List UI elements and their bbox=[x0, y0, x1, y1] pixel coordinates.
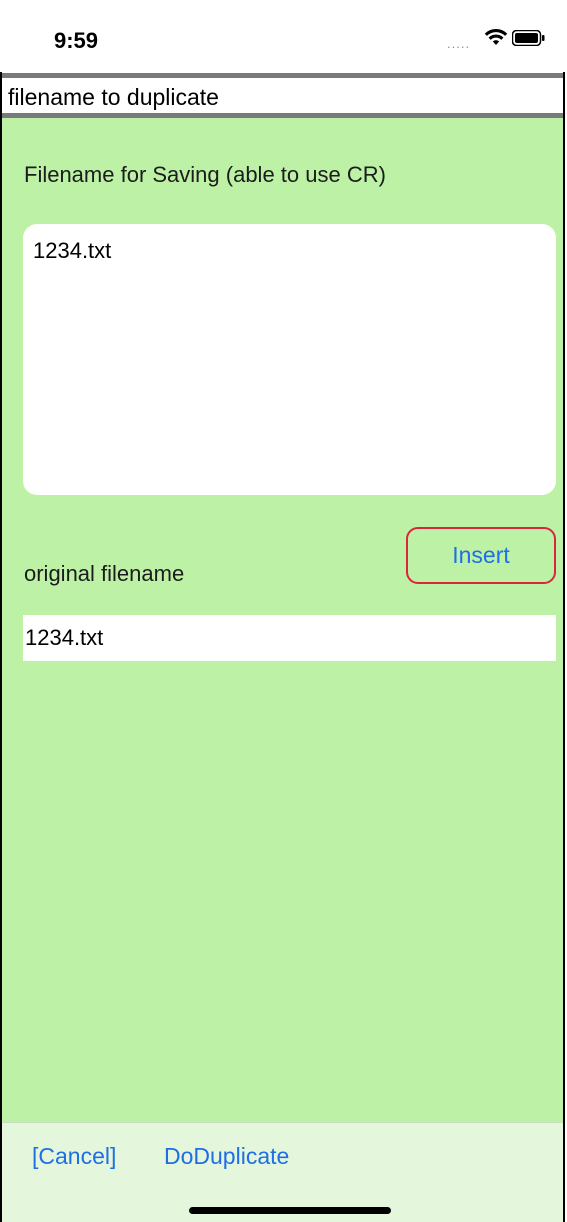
status-bar: 9:59 ..... bbox=[0, 0, 567, 72]
original-filename-label: original filename bbox=[24, 561, 185, 586]
home-indicator[interactable] bbox=[189, 1207, 391, 1214]
do-duplicate-button[interactable]: DoDuplicate bbox=[164, 1143, 289, 1170]
save-filename-label: Filename for Saving (able to use CR) bbox=[24, 162, 386, 187]
save-filename-textarea[interactable]: 1234.txt bbox=[23, 224, 556, 495]
insert-button[interactable]: Insert bbox=[406, 527, 556, 584]
page-title: filename to duplicate bbox=[8, 84, 219, 110]
cancel-button[interactable]: [Cancel] bbox=[32, 1143, 116, 1170]
status-time: 9:59 bbox=[54, 28, 99, 53]
signal-dots-icon: ..... bbox=[447, 36, 471, 51]
battery-icon bbox=[511, 29, 546, 51]
wifi-icon bbox=[484, 28, 508, 51]
original-filename-field[interactable]: 1234.txt bbox=[23, 615, 556, 661]
